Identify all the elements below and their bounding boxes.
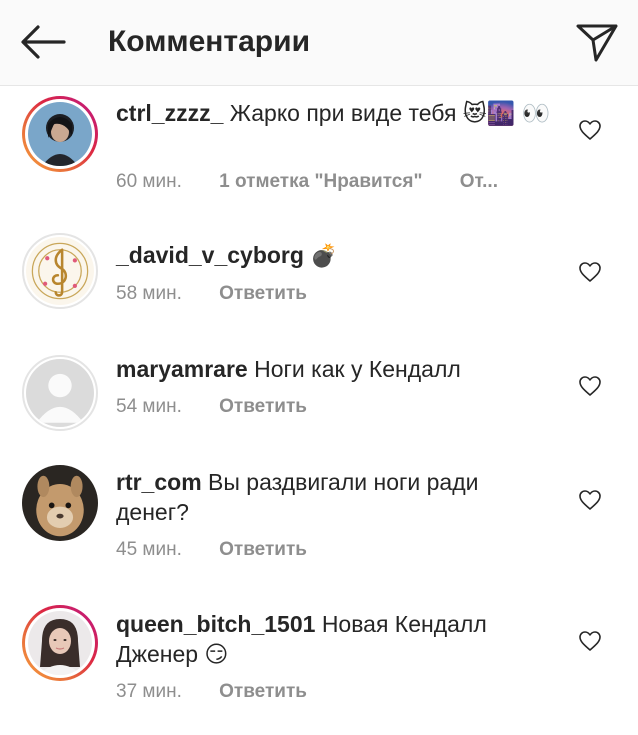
comment-body: 💣: [310, 244, 338, 269]
comment-username[interactable]: queen_bitch_1501: [116, 611, 315, 637]
avatar-image: [28, 611, 92, 675]
comment-text: _david_v_cyborg 💣: [116, 240, 556, 272]
comment-time: 60 мин.: [116, 171, 182, 192]
comment-time: 54 мин.: [116, 396, 182, 417]
comment-meta: 60 мин. 1 отметка "Нравится" От...: [116, 169, 530, 195]
comment-text: maryamrare Ноги как у Кендалл: [116, 354, 556, 384]
page-title: Комментарии: [108, 25, 311, 58]
reply-button[interactable]: Ответить: [219, 396, 307, 417]
avatar[interactable]: [22, 355, 98, 431]
heart-outline-icon[interactable]: [578, 261, 602, 283]
comment-text: rtr_com Вы раздвигали ноги ради денег?: [116, 467, 556, 527]
reply-button[interactable]: Ответить: [219, 681, 307, 702]
reply-button[interactable]: От...: [460, 171, 498, 192]
paper-plane-icon: [576, 24, 618, 62]
avatar[interactable]: [22, 465, 98, 541]
reply-button[interactable]: Ответить: [219, 539, 307, 560]
top-bar: Комментарии: [0, 0, 638, 86]
heart-outline-icon[interactable]: [578, 119, 602, 141]
like-count[interactable]: 1 отметка "Нравится": [219, 171, 422, 192]
avatar[interactable]: [22, 96, 98, 172]
comment-text: queen_bitch_1501 Новая Кендалл Дженер 😏: [116, 609, 556, 669]
comment-username[interactable]: rtr_com: [116, 469, 202, 495]
comment-text: ctrl_zzzz_ Жарко при виде тебя 😻🌆 👀: [116, 98, 556, 128]
comment-username[interactable]: _david_v_cyborg: [116, 242, 304, 268]
comment-meta: 45 мин. Ответить: [116, 537, 339, 563]
avatar-image: [26, 237, 94, 305]
avatar[interactable]: [22, 233, 98, 309]
comment-meta: 54 мин. Ответить: [116, 394, 339, 420]
heart-outline-icon[interactable]: [578, 489, 602, 511]
avatar-placeholder-icon: [26, 359, 94, 427]
comment-body: Жарко при виде тебя 😻🌆 👀: [229, 100, 551, 126]
comment-username[interactable]: ctrl_zzzz_: [116, 100, 223, 126]
avatar-image: [28, 102, 92, 166]
arrow-left-icon: [21, 25, 66, 59]
avatar-image: [22, 465, 98, 541]
comment-body: Ноги как у Кендалл: [254, 356, 461, 382]
comment-username[interactable]: maryamrare: [116, 356, 248, 382]
avatar[interactable]: [22, 605, 98, 681]
reply-button[interactable]: Ответить: [219, 283, 307, 304]
comment-time: 45 мин.: [116, 539, 182, 560]
heart-outline-icon[interactable]: [578, 375, 602, 397]
heart-outline-icon[interactable]: [578, 630, 602, 652]
comment-meta: 37 мин. Ответить: [116, 679, 339, 705]
direct-message-button[interactable]: [574, 20, 620, 64]
comment-time: 58 мин.: [116, 283, 182, 304]
comment-meta: 58 мин. Ответить: [116, 281, 339, 307]
comment-time: 37 мин.: [116, 681, 182, 702]
back-button[interactable]: [18, 22, 68, 62]
